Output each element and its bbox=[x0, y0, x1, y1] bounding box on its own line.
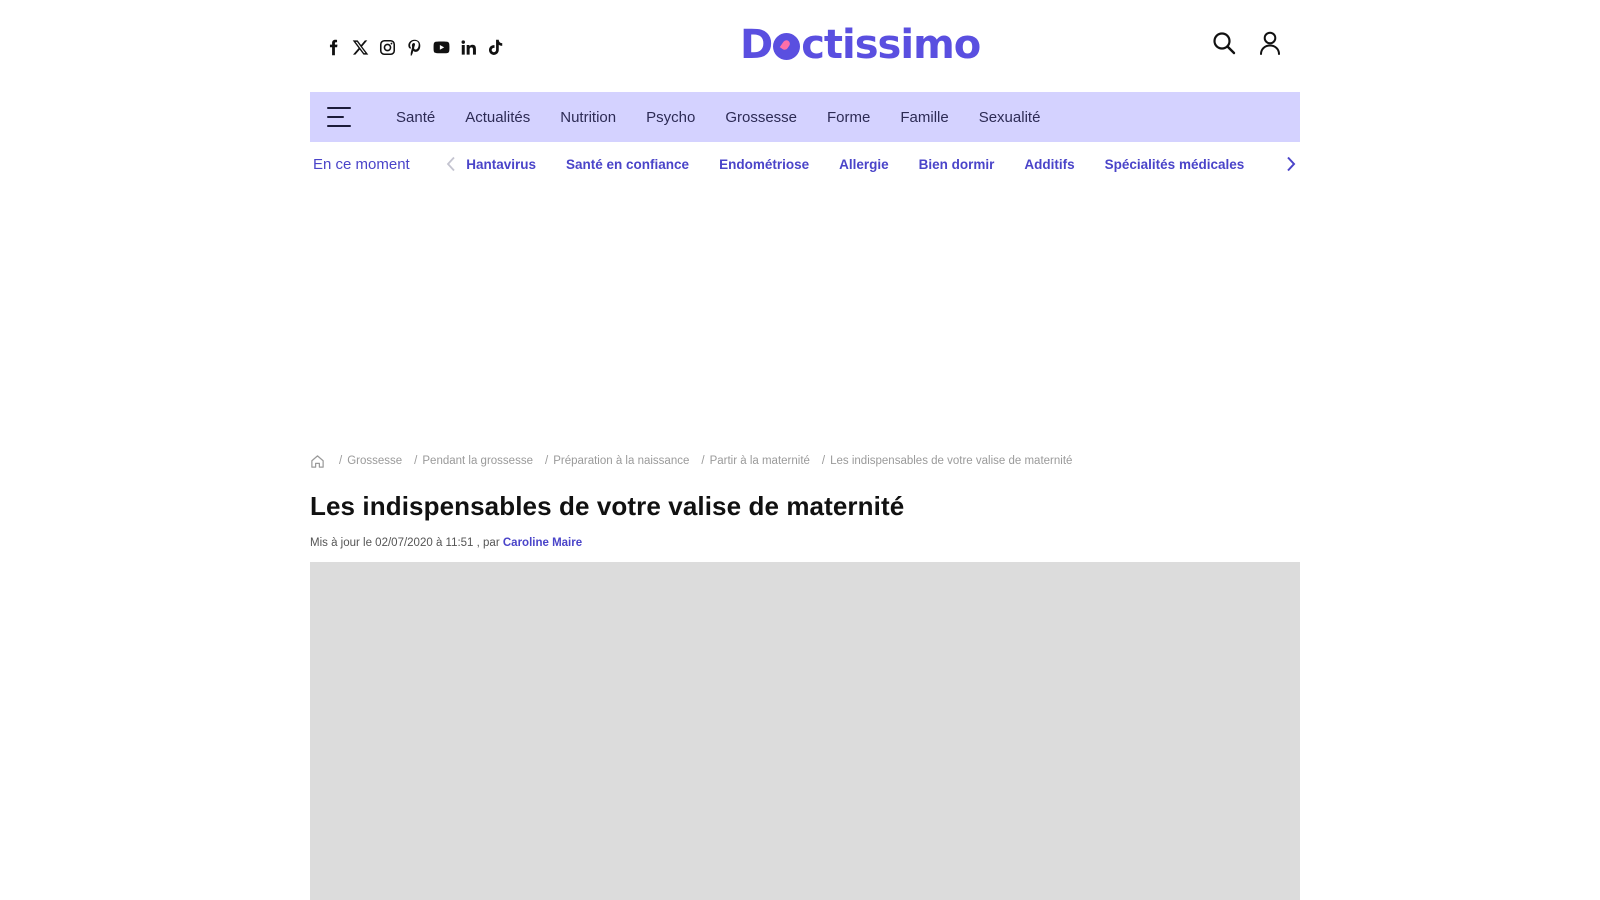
site-logo[interactable]: Dctissimo bbox=[740, 22, 981, 68]
x-icon[interactable] bbox=[352, 39, 369, 56]
linkedin-icon[interactable] bbox=[460, 39, 477, 56]
facebook-icon[interactable] bbox=[325, 39, 342, 56]
youtube-icon[interactable] bbox=[433, 39, 450, 56]
breadcrumb: / Grossesse / Pendant la grossesse / Prépar… bbox=[310, 452, 1300, 470]
menu-icon[interactable] bbox=[327, 107, 351, 127]
trending-track: Hantavirus Santé en confiance Endométrio… bbox=[466, 157, 1280, 172]
social-links bbox=[325, 39, 504, 56]
site-header: Dctissimo bbox=[310, 0, 1300, 92]
breadcrumb-item[interactable]: / Pendant la grossesse bbox=[414, 455, 533, 467]
trending-item-sante-en-confiance[interactable]: Santé en confiance bbox=[566, 157, 689, 172]
trending-item-bien-dormir[interactable]: Bien dormir bbox=[919, 157, 995, 172]
logo-wordmark: Dctissimo bbox=[740, 22, 981, 68]
nav-item-famille[interactable]: Famille bbox=[900, 109, 948, 126]
breadcrumb-item[interactable]: / Grossesse bbox=[339, 455, 402, 467]
trending-item-allergie[interactable]: Allergie bbox=[839, 157, 889, 172]
article-date: Mis à jour le 02/07/2020 à 11:51 , par bbox=[310, 537, 500, 549]
nav-item-sexualite[interactable]: Sexualité bbox=[979, 109, 1041, 126]
logo-o-mark bbox=[773, 33, 801, 60]
trending-item-additifs[interactable]: Additifs bbox=[1024, 157, 1074, 172]
main-nav: Santé Actualités Nutrition Psycho Grosse… bbox=[310, 92, 1300, 142]
nav-item-psycho[interactable]: Psycho bbox=[646, 109, 695, 126]
trending-item-specialites-medicales[interactable]: Spécialités médicales bbox=[1105, 157, 1245, 172]
nav-item-sante[interactable]: Santé bbox=[396, 109, 435, 126]
breadcrumb-item[interactable]: / Partir à la maternité bbox=[701, 455, 810, 467]
trending-label: En ce moment bbox=[313, 155, 410, 173]
article-title: Les indispensables de votre valise de ma… bbox=[310, 491, 905, 521]
nav-items: Santé Actualités Nutrition Psycho Grosse… bbox=[396, 109, 1040, 126]
trending-bar: En ce moment Hantavirus Santé en confian… bbox=[310, 150, 1300, 178]
user-icon[interactable] bbox=[1258, 30, 1282, 56]
nav-item-actualites[interactable]: Actualités bbox=[465, 109, 530, 126]
hero-image-placeholder bbox=[310, 562, 1300, 900]
trending-item-endometriose[interactable]: Endométriose bbox=[719, 157, 809, 172]
instagram-icon[interactable] bbox=[379, 39, 396, 56]
nav-item-grossesse[interactable]: Grossesse bbox=[725, 109, 797, 126]
chevron-left-icon[interactable] bbox=[442, 154, 460, 174]
breadcrumb-current: / Les indispensables de votre valise de m… bbox=[821, 455, 1073, 467]
breadcrumb-item[interactable]: / Préparation à la naissance bbox=[545, 455, 689, 467]
chevron-right-icon[interactable] bbox=[1282, 154, 1300, 174]
tiktok-icon[interactable] bbox=[487, 39, 504, 56]
pinterest-icon[interactable] bbox=[406, 39, 423, 56]
nav-item-forme[interactable]: Forme bbox=[827, 109, 870, 126]
nav-item-nutrition[interactable]: Nutrition bbox=[560, 109, 616, 126]
header-actions bbox=[1212, 30, 1282, 56]
trending-item-hantavirus[interactable]: Hantavirus bbox=[466, 157, 536, 172]
author-link[interactable]: Caroline Maire bbox=[503, 537, 582, 549]
article-meta: Mis à jour le 02/07/2020 à 11:51 , par C… bbox=[310, 537, 1300, 549]
search-icon[interactable] bbox=[1212, 30, 1236, 56]
home-icon[interactable] bbox=[310, 454, 325, 469]
